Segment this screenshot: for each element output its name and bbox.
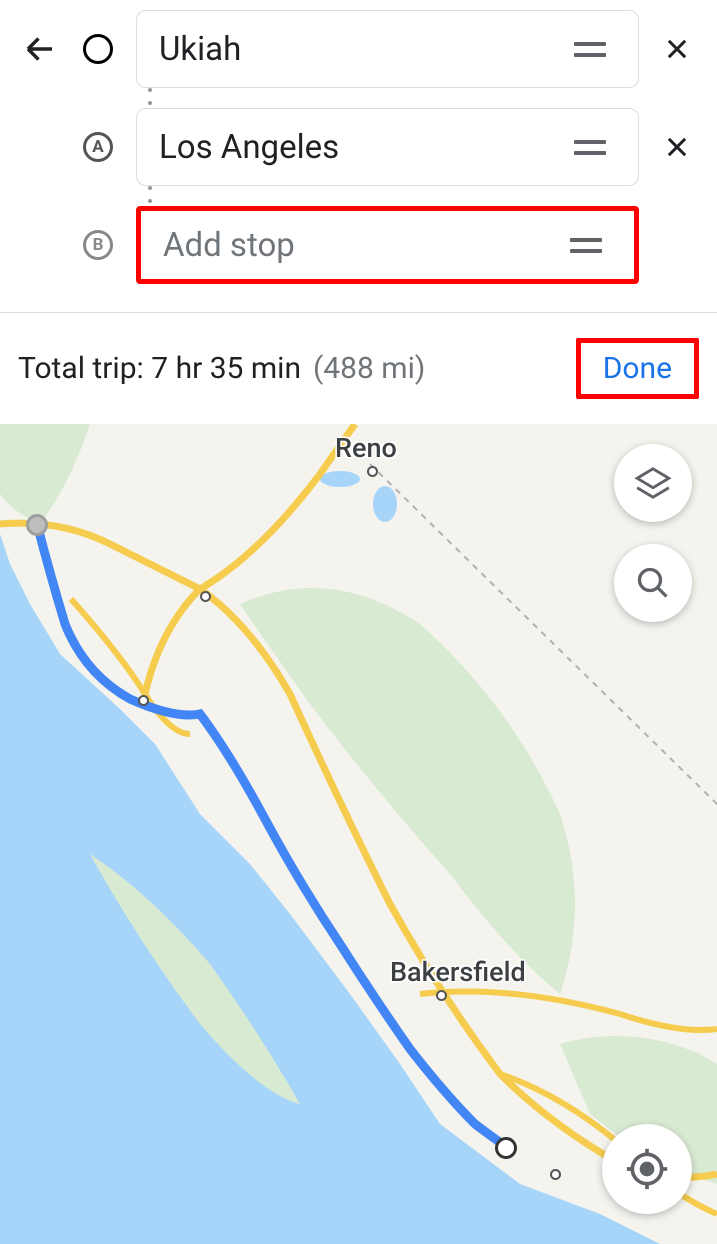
map-label-reno: Reno bbox=[335, 432, 397, 464]
stop-input-origin[interactable]: Ukiah bbox=[136, 10, 639, 88]
waypoint-a-icon: A bbox=[78, 127, 118, 167]
back-button[interactable] bbox=[20, 29, 60, 69]
destination-marker bbox=[495, 1137, 517, 1159]
stop-input-a[interactable]: Los Angeles bbox=[136, 108, 639, 186]
add-stop-input[interactable]: Add stop bbox=[136, 206, 639, 284]
city-dot bbox=[138, 695, 149, 706]
layers-button[interactable] bbox=[614, 444, 692, 522]
trip-summary-text: Total trip: 7 hr 35 min (488 mi) bbox=[18, 351, 425, 386]
map-label-bakersfield: Bakersfield bbox=[390, 956, 526, 988]
drag-handle-icon[interactable] bbox=[560, 228, 612, 263]
stop-input-value: Los Angeles bbox=[159, 128, 564, 167]
map-search-button[interactable] bbox=[614, 544, 692, 622]
clear-stop-button[interactable] bbox=[657, 127, 697, 167]
drag-handle-icon[interactable] bbox=[564, 130, 616, 165]
done-button[interactable]: Done bbox=[576, 338, 699, 399]
map-view[interactable]: Reno NEVADA Sacramento San Francisco CAL… bbox=[0, 424, 717, 1244]
city-dot bbox=[367, 466, 378, 477]
waypoint-b-icon: B bbox=[78, 225, 118, 265]
origin-icon bbox=[78, 29, 118, 69]
drag-handle-icon[interactable] bbox=[564, 32, 616, 67]
trip-summary-bar: Total trip: 7 hr 35 min (488 mi) Done bbox=[0, 312, 717, 424]
origin-marker bbox=[26, 514, 48, 536]
clear-stop-button[interactable] bbox=[657, 29, 697, 69]
city-dot bbox=[550, 1169, 561, 1180]
city-dot bbox=[200, 591, 211, 602]
city-dot bbox=[436, 990, 447, 1001]
search-icon bbox=[635, 565, 671, 601]
stop-input-value: Ukiah bbox=[159, 30, 564, 69]
layers-icon bbox=[634, 464, 672, 502]
crosshair-icon bbox=[625, 1147, 669, 1191]
my-location-button[interactable] bbox=[602, 1124, 692, 1214]
route-header: Ukiah A Los Angeles bbox=[0, 0, 717, 312]
map-background bbox=[0, 424, 717, 1244]
stop-input-placeholder: Add stop bbox=[163, 226, 560, 265]
